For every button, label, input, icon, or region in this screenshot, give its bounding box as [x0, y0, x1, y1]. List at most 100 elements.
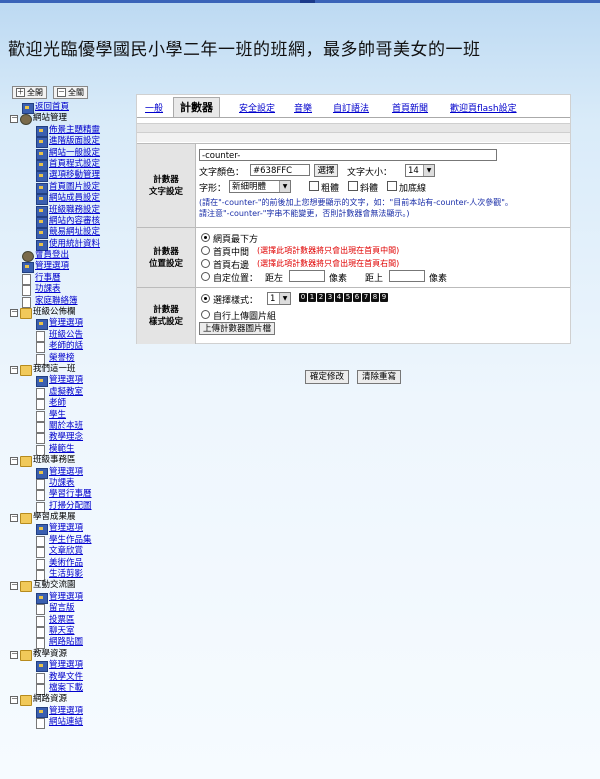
tree-item[interactable]: 教學文件 — [8, 672, 133, 684]
tree-item-label[interactable]: 學生 — [49, 410, 66, 421]
tree-item-label[interactable]: 管理選項 — [49, 523, 83, 534]
italic-checkbox[interactable] — [348, 181, 358, 191]
tree-item[interactable]: 學習行事曆 — [8, 489, 133, 502]
tree-item-label[interactable]: 首頁程式設定 — [49, 159, 100, 170]
tree-item[interactable]: 家庭聯絡簿 — [8, 296, 133, 308]
tree-item[interactable]: 網站內容審核 — [8, 216, 133, 228]
tree-item-label[interactable]: 管理選項 — [49, 592, 83, 603]
size-select[interactable]: 14 ▼ — [405, 164, 435, 177]
tree-item-label[interactable]: 學習行事曆 — [49, 489, 92, 500]
collapse-toggle-icon[interactable]: － — [10, 115, 18, 124]
tree-item[interactable]: 聊天室 — [8, 626, 133, 638]
style-upload-radio[interactable] — [201, 310, 210, 319]
tree-item[interactable]: 班級職務設定 — [8, 205, 133, 217]
collapse-toggle-icon[interactable]: － — [10, 514, 18, 523]
tree-item-label[interactable]: 打掃分配圖 — [49, 501, 92, 512]
tree-item-label[interactable]: 網站內容審核 — [49, 216, 100, 227]
tree-item[interactable]: 文章欣賞 — [8, 546, 133, 559]
tree-item-label[interactable]: 生活剪影 — [49, 569, 83, 580]
tree-item-label[interactable]: 文章欣賞 — [49, 546, 83, 557]
collapse-toggle-icon[interactable]: － — [10, 696, 18, 705]
tree-item-label[interactable]: 虛擬教室 — [49, 387, 83, 398]
tree-item[interactable]: 虛擬教室 — [8, 387, 133, 399]
tree-item[interactable]: 投票區 — [8, 615, 133, 627]
position-custom-radio[interactable] — [201, 272, 210, 281]
tree-item[interactable]: 功課表 — [8, 284, 133, 297]
expand-all-button[interactable]: ＋ 全開 — [12, 86, 47, 99]
tab-counter[interactable]: 計數器 — [173, 97, 220, 117]
tree-item[interactable]: 首頁程式設定 — [8, 159, 133, 171]
tree-item[interactable]: 學生作品集 — [8, 535, 133, 547]
tree-item-label[interactable]: 網路貼圖 — [49, 637, 83, 648]
tree-item-label[interactable]: 佈景主題精靈 — [49, 125, 100, 136]
tree-item-label[interactable]: 管理選項 — [49, 318, 83, 329]
tree-item-label[interactable]: 選項移動管理 — [49, 170, 100, 181]
tree-item-label[interactable]: 關於本班 — [49, 421, 83, 432]
tab-home-news[interactable]: 首頁新聞 — [392, 101, 428, 114]
tree-item-label[interactable]: 進階版面設定 — [49, 136, 100, 147]
tree-item[interactable]: 返回首頁 — [8, 102, 133, 114]
tree-item[interactable]: 管理選項 — [8, 706, 133, 718]
tree-item[interactable]: 榮譽榜 — [8, 353, 133, 365]
top-offset-input[interactable] — [389, 270, 425, 282]
tree-item-label[interactable]: 功課表 — [35, 284, 61, 295]
tree-item[interactable]: 佈景主題精靈 — [8, 125, 133, 137]
tree-item[interactable]: 會員登出 — [8, 250, 133, 263]
counter-text-input[interactable]: -counter- — [199, 149, 497, 161]
tree-item-label[interactable]: 教學文件 — [49, 672, 83, 683]
tree-item[interactable]: 管理選項 — [8, 261, 133, 274]
tree-item-label[interactable]: 班級公告 — [49, 330, 83, 341]
tree-item-label[interactable]: 教學理念 — [49, 432, 83, 443]
tree-item[interactable]: 進階版面設定 — [8, 136, 133, 149]
tree-item-label[interactable]: 留言版 — [49, 603, 75, 614]
confirm-button[interactable]: 確定修改 — [305, 370, 349, 384]
tree-item[interactable]: 網站連結 — [8, 717, 133, 730]
left-offset-input[interactable] — [289, 270, 325, 282]
tree-item[interactable]: 首頁圖片設定 — [8, 182, 133, 194]
tree-item[interactable]: 關於本班 — [8, 421, 133, 433]
tree-item[interactable]: 模範生 — [8, 444, 133, 456]
tree-item-label[interactable]: 老師的話 — [49, 341, 83, 352]
tree-item[interactable]: 留言版 — [8, 603, 133, 616]
style-select-radio[interactable] — [201, 294, 210, 303]
style-select[interactable]: 1 ▼ — [267, 292, 291, 305]
tree-item[interactable]: 競易網址設定 — [8, 227, 133, 240]
tab-security[interactable]: 安全設定 — [239, 101, 275, 114]
tree-item-label[interactable]: 管理選項 — [49, 660, 83, 671]
tree-item-label[interactable]: 網站連結 — [49, 717, 83, 728]
tree-item[interactable]: 行事曆 — [8, 273, 133, 285]
tab-welcome-flash[interactable]: 歡迎頁flash設定 — [450, 101, 517, 114]
tree-item-label[interactable]: 管理選項 — [35, 261, 69, 272]
tree-item[interactable]: 班級公告 — [8, 330, 133, 342]
position-right-radio[interactable] — [201, 259, 210, 268]
tab-custom-syntax[interactable]: 自訂語法 — [333, 101, 369, 114]
tree-item[interactable]: 生活剪影 — [8, 569, 133, 582]
tree-item-label[interactable]: 美術作品 — [49, 558, 83, 569]
tab-general[interactable]: 一般 — [145, 101, 163, 114]
tree-item-label[interactable]: 網站一般設定 — [49, 148, 100, 159]
tree-item-label[interactable]: 模範生 — [49, 444, 75, 455]
tab-music[interactable]: 音樂 — [294, 101, 312, 114]
collapse-all-button[interactable]: － 全關 — [53, 86, 88, 99]
collapse-toggle-icon[interactable]: － — [10, 582, 18, 591]
tree-item[interactable]: 學生 — [8, 410, 133, 422]
color-input[interactable]: #638FFC — [250, 164, 310, 176]
tree-item-label[interactable]: 老師 — [49, 398, 66, 409]
tree-item-label[interactable]: 行事曆 — [35, 273, 61, 284]
tree-item[interactable]: 美術作品 — [8, 558, 133, 570]
font-select[interactable]: 新細明體 ▼ — [229, 180, 291, 193]
underline-checkbox[interactable] — [387, 181, 397, 191]
tree-item-label[interactable]: 榮譽榜 — [49, 353, 75, 364]
tree-item-label[interactable]: 競易網址設定 — [49, 227, 100, 238]
tree-item[interactable]: 使用統計資料 — [8, 239, 133, 251]
tree-item-label[interactable]: 管理選項 — [49, 467, 83, 478]
tree-item[interactable]: 老師的話 — [8, 341, 133, 354]
tree-item-label[interactable]: 家庭聯絡簿 — [35, 296, 78, 307]
tree-item-label[interactable]: 學生作品集 — [49, 535, 92, 546]
reset-button[interactable]: 清除重寫 — [357, 370, 401, 384]
tree-item[interactable]: 檔案下載 — [8, 683, 133, 695]
tree-item[interactable]: 管理選項 — [8, 318, 133, 331]
collapse-toggle-icon[interactable]: － — [10, 365, 18, 374]
bold-checkbox[interactable] — [309, 181, 319, 191]
tree-item-label[interactable]: 管理選項 — [49, 706, 83, 717]
